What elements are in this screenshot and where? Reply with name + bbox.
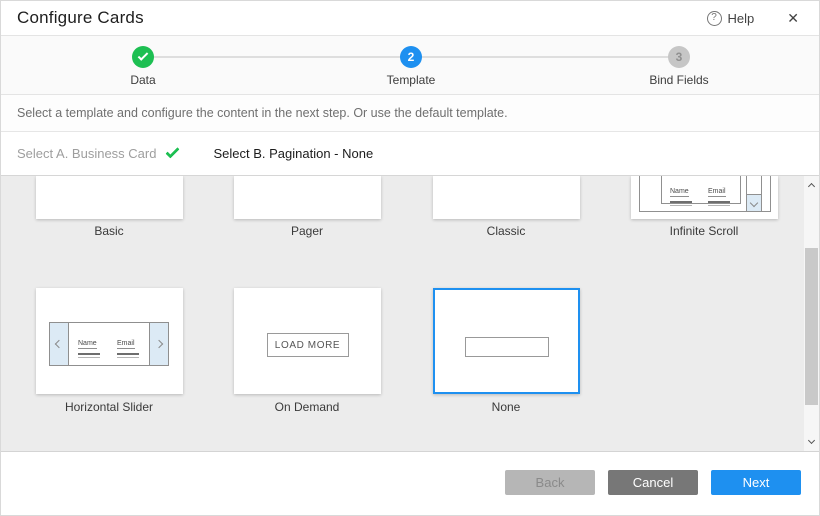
- template-label-pager: Pager: [227, 224, 387, 238]
- scroll-up-button[interactable]: [804, 179, 819, 194]
- instruction-bar: Select a template and configure the cont…: [1, 95, 819, 132]
- horizontal-slider-thumbnail: Name Email: [49, 322, 169, 366]
- step-data-label: Data: [83, 73, 203, 87]
- template-card-horizontal-slider[interactable]: Name Email: [36, 288, 183, 394]
- cancel-button[interactable]: Cancel: [608, 470, 698, 495]
- field-line: [708, 201, 730, 203]
- infinite-scroll-thumbnail: Name Email: [639, 176, 771, 212]
- instruction-text: Select a template and configure the cont…: [17, 106, 508, 120]
- wizard-stepper: Data 2 Template 3 Bind Fields: [1, 36, 819, 95]
- check-icon: [138, 50, 149, 61]
- back-button[interactable]: Back: [505, 470, 595, 495]
- step-template-circle: 2: [400, 46, 422, 68]
- mini-card: Name Email: [69, 323, 149, 365]
- mini-scroll-down-button: [747, 194, 761, 211]
- field-line: [78, 353, 100, 355]
- step-template[interactable]: 2 Template: [351, 36, 471, 87]
- field-line: [117, 357, 139, 358]
- none-thumbnail-rect: [465, 337, 549, 357]
- template-card-classic[interactable]: [433, 176, 580, 219]
- scroll-down-button[interactable]: [804, 433, 819, 448]
- field-line: [670, 205, 692, 206]
- field-line: [708, 205, 730, 206]
- step-bind-fields[interactable]: 3 Bind Fields: [619, 36, 739, 87]
- mini-field-email: Email: [117, 332, 139, 358]
- green-check-icon: [166, 144, 180, 158]
- step-data[interactable]: Data: [83, 36, 203, 87]
- mini-field-name: Name: [670, 180, 692, 206]
- mini-card: Name Email: [661, 176, 741, 204]
- next-button[interactable]: Next: [711, 470, 801, 495]
- mini-field-name: Name: [78, 332, 100, 358]
- template-label-classic: Classic: [426, 224, 586, 238]
- chevron-down-icon: [808, 437, 815, 444]
- select-b-pagination[interactable]: Select B. Pagination - None: [213, 146, 373, 161]
- template-card-basic[interactable]: [36, 176, 183, 219]
- chevron-up-icon: [808, 183, 815, 190]
- template-gallery: Basic Pager Classic Name Email: [1, 176, 819, 452]
- template-card-on-demand[interactable]: LOAD MORE: [234, 288, 381, 394]
- field-line: [78, 357, 100, 358]
- step-data-circle: [132, 46, 154, 68]
- configure-cards-dialog: Configure Cards ? Help ✕ Data 2 Template…: [0, 0, 820, 516]
- template-label-basic: Basic: [29, 224, 189, 238]
- select-a-label: Select A. Business Card: [17, 146, 156, 161]
- mini-scrollbar: [746, 176, 762, 212]
- step-bind-fields-circle: 3: [668, 46, 690, 68]
- header-actions: ? Help ✕: [707, 8, 803, 29]
- dialog-header: Configure Cards ? Help ✕: [1, 1, 819, 36]
- help-label: Help: [728, 11, 755, 26]
- select-a-business-card[interactable]: Select A. Business Card: [17, 146, 179, 161]
- slider-prev-button: [50, 323, 69, 365]
- scrollbar-thumb[interactable]: [805, 248, 818, 405]
- template-label-none: None: [426, 400, 586, 414]
- chevron-right-icon: [155, 340, 163, 348]
- close-icon[interactable]: ✕: [783, 8, 803, 29]
- page-title: Configure Cards: [17, 8, 144, 28]
- template-label-infinite-scroll: Infinite Scroll: [624, 224, 784, 238]
- template-card-pager[interactable]: [234, 176, 381, 219]
- dialog-footer: Back Cancel Next: [1, 452, 819, 512]
- template-card-infinite-scroll[interactable]: Name Email: [631, 176, 778, 219]
- step-bind-fields-label: Bind Fields: [619, 73, 739, 87]
- template-card-none-selected[interactable]: [433, 288, 580, 394]
- mini-field-email: Email: [708, 180, 730, 206]
- template-label-on-demand: On Demand: [227, 400, 387, 414]
- question-circle-icon: ?: [707, 11, 722, 26]
- load-more-button-thumbnail: LOAD MORE: [267, 333, 349, 357]
- chevron-down-icon: [750, 199, 758, 207]
- chevron-left-icon: [55, 340, 63, 348]
- gallery-scrollbar[interactable]: [804, 176, 819, 451]
- template-label-horizontal-slider: Horizontal Slider: [29, 400, 189, 414]
- field-line: [670, 201, 692, 203]
- selection-bar: Select A. Business Card Select B. Pagina…: [1, 132, 819, 176]
- help-button[interactable]: ? Help: [707, 11, 755, 26]
- step-template-label: Template: [351, 73, 471, 87]
- field-line: [117, 353, 139, 355]
- slider-next-button: [149, 323, 168, 365]
